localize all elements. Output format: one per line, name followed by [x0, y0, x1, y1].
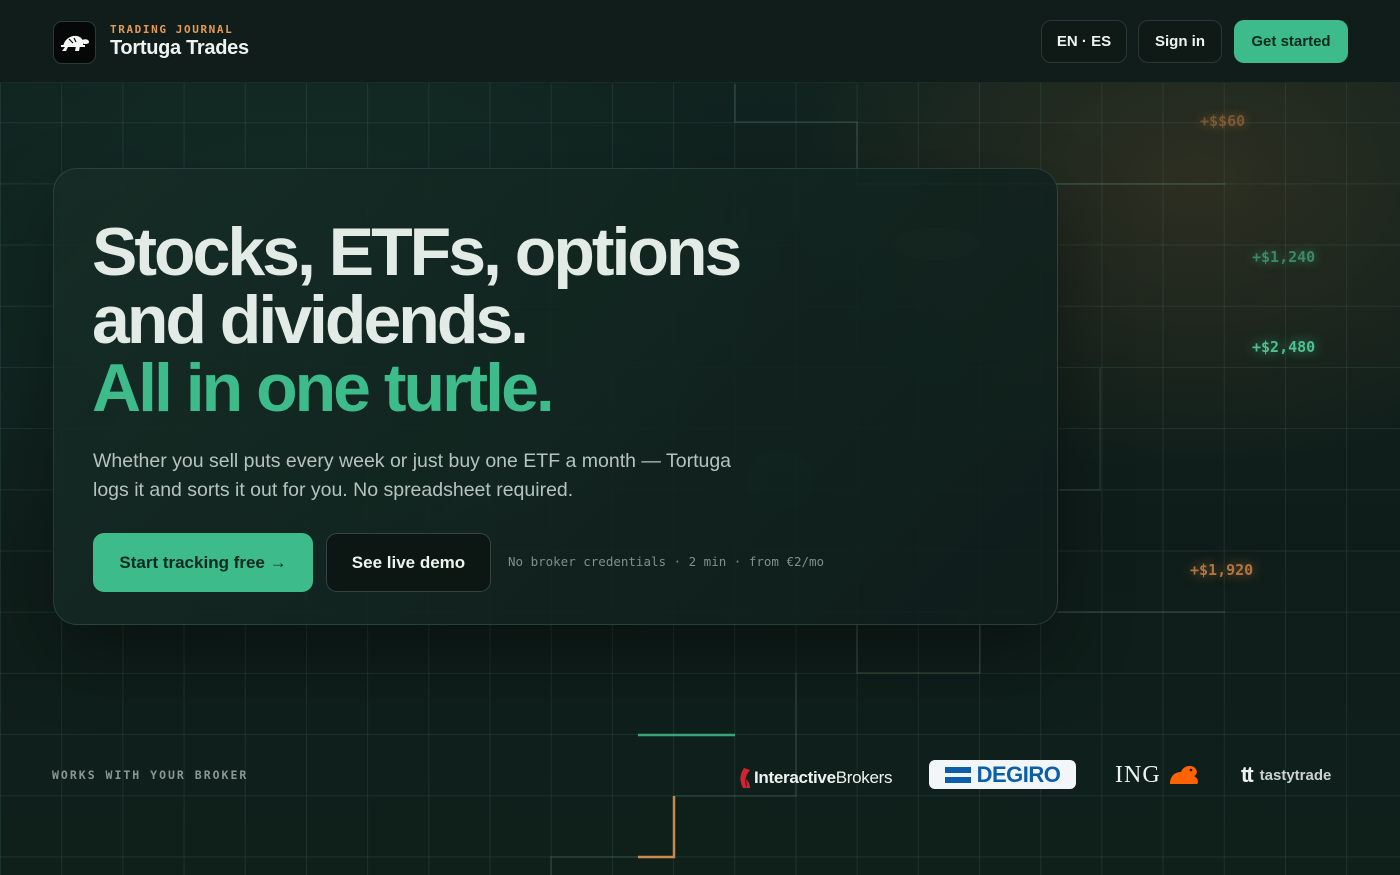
ib-wordmark-part-1: Interactive [754, 768, 836, 787]
top-navbar: TRADING JOURNAL Tortuga Trades EN · ES S… [0, 0, 1400, 83]
brokers-label: WORKS WITH YOUR BROKER [52, 768, 249, 782]
tastytrade-logo: tt [1241, 762, 1254, 787]
brand-kicker: TRADING JOURNAL [110, 23, 234, 36]
broker-interactive-brokers: Interactive Brokers [738, 765, 893, 791]
live-demo-button[interactable]: See live demo [326, 533, 491, 592]
pnl-readout: +$1,920 [1190, 561, 1254, 579]
hero-headline: Stocks, ETFs, options and dividends. All… [92, 218, 892, 422]
headline-line-2: and dividends. [92, 282, 529, 358]
ib-wordmark-part-2: Brokers [835, 768, 893, 787]
interactive-brokers-logo [740, 768, 750, 788]
hero-subtitle: Whether you sell puts every week or just… [93, 450, 732, 501]
hero-fineprint: No broker credentials · 2 min · from €2/… [508, 554, 825, 569]
tastytrade-wordmark: tastytrade [1259, 766, 1332, 784]
brand-logo[interactable] [53, 21, 96, 64]
sign-in-button[interactable]: Sign in [1138, 20, 1222, 63]
headline-accent: All in one turtle. [92, 350, 555, 426]
turtle-icon [60, 35, 89, 51]
start-tracking-button[interactable]: Start tracking free → [93, 533, 313, 592]
ing-wordmark: ING [1115, 761, 1161, 788]
headline-line-1: Stocks, ETFs, options [92, 214, 742, 290]
pnl-readout: +$2,480 [1252, 338, 1316, 356]
degiro-wordmark: DEGIRO [976, 761, 1061, 787]
broker-ing: ING [1115, 761, 1201, 789]
broker-tastytrade: tt tastytrade [1241, 762, 1331, 788]
get-started-button[interactable]: Get started [1234, 20, 1348, 63]
broker-degiro: DEGIRO [929, 760, 1076, 789]
ing-lion-logo [1169, 765, 1198, 784]
language-toggle[interactable]: EN · ES [1041, 20, 1127, 63]
pnl-readout: +$$60 [1200, 112, 1246, 130]
degiro-logo [944, 766, 971, 783]
brand-name[interactable]: Tortuga Trades [110, 37, 249, 60]
pnl-readout: +$1,240 [1252, 248, 1316, 266]
